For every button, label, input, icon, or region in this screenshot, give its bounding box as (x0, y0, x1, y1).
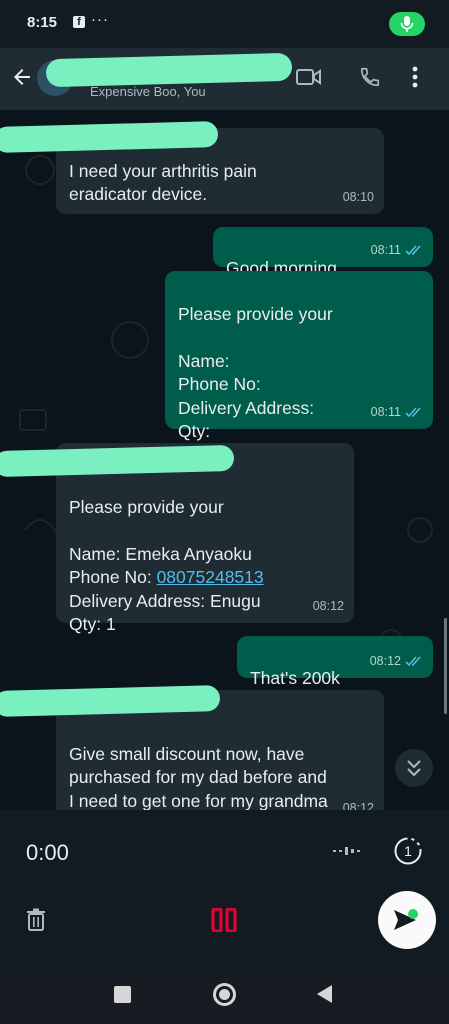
message-time: 08:12 (369, 653, 401, 668)
message-meta: 08:12 (370, 650, 423, 674)
system-navigation-bar (0, 965, 449, 1024)
message-outgoing[interactable]: That's 200k 08:12 (237, 636, 433, 688)
message-text: I need your arthritis pain eradicator de… (69, 160, 257, 205)
overflow-menu-icon[interactable] (412, 66, 418, 88)
message-outgoing[interactable]: Good morning 08:11 (213, 227, 433, 278)
read-receipt-icon (405, 656, 421, 666)
chat-header: Expensive Boo, You (0, 48, 449, 110)
message-time: 08:11 (370, 242, 401, 257)
message-time: 08:12 (342, 800, 374, 811)
more-notifications-icon: ··· (91, 11, 109, 28)
back-arrow-icon[interactable] (10, 65, 34, 89)
video-call-icon[interactable] (296, 66, 322, 88)
facebook-icon: f (73, 16, 85, 28)
message-time: 08:12 (312, 598, 344, 613)
message-text: Give small discount now, have purchased … (69, 743, 328, 811)
message-meta: 08:12 (343, 797, 374, 811)
message-time: 08:10 (342, 189, 374, 204)
message-outgoing[interactable]: Please provide your Name: Phone No: Deli… (165, 271, 433, 441)
message-meta: 08:11 (371, 239, 423, 263)
delete-recording-icon[interactable] (26, 908, 46, 932)
message-meta: 08:12 (313, 595, 344, 619)
read-receipt-icon (405, 407, 421, 417)
waveform-icon (333, 847, 360, 855)
message-text: Please provide your Name: Phone No: Deli… (178, 303, 333, 442)
recents-icon[interactable] (114, 986, 131, 1003)
mic-in-use-indicator (389, 12, 425, 36)
redaction-mark (45, 52, 293, 88)
recording-timer: 0:00 (26, 840, 69, 865)
message-time: 08:11 (370, 404, 401, 419)
system-back-icon[interactable] (317, 985, 332, 1003)
scroll-to-bottom-button[interactable] (395, 749, 433, 787)
view-once-button[interactable]: 1 (393, 836, 423, 871)
read-receipt-icon (405, 245, 421, 255)
mic-icon (400, 16, 414, 32)
view-once-label: 1 (404, 843, 412, 859)
message-meta: 08:10 (343, 186, 374, 210)
chat-subtitle[interactable]: Expensive Boo, You (90, 84, 206, 99)
message-list[interactable]: I need your arthritis pain eradicator de… (0, 110, 449, 810)
voice-recorder-panel: 0:00 1 (0, 810, 449, 965)
send-icon (394, 909, 418, 930)
pause-recording-icon[interactable] (211, 908, 237, 932)
send-voice-note-button[interactable] (378, 891, 436, 949)
message-text: That's 200k (250, 667, 340, 688)
message-meta: 08:11 (371, 401, 423, 425)
view-once-icon: 1 (394, 837, 422, 865)
scrollbar[interactable] (444, 618, 447, 714)
phone-link[interactable]: 08075248513 (157, 567, 264, 587)
double-chevron-down-icon (407, 760, 421, 777)
status-time: 8:15 (27, 14, 58, 31)
home-icon[interactable] (213, 983, 236, 1006)
status-bar: 8:15 f ··· (0, 0, 449, 48)
voice-call-icon[interactable] (359, 66, 381, 88)
